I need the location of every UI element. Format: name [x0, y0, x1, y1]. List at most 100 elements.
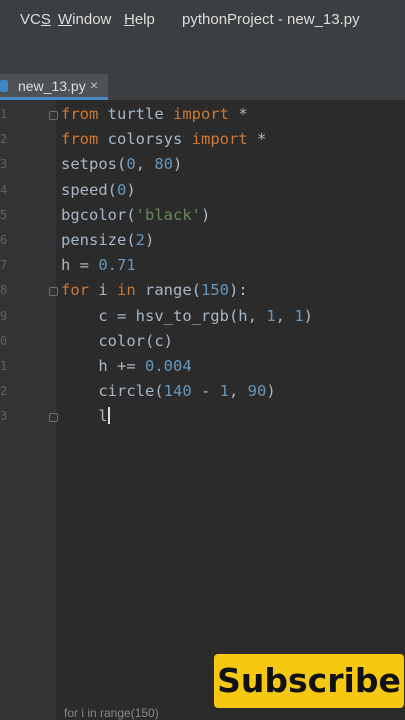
- ide-window: VCS Window Help pythonProject - new_13.p…: [0, 0, 405, 720]
- line-number: 9: [0, 308, 8, 323]
- code-line: 5 bgcolor('black'): [0, 204, 405, 229]
- code-line: 4 speed(0): [0, 179, 405, 204]
- line-number: 1: [0, 107, 8, 121]
- code-token: 140: [163, 382, 192, 401]
- code-text: pensize(2): [61, 231, 154, 249]
- code-line: 2 circle(140 - 1, 90): [0, 380, 405, 405]
- code-token: 80: [154, 155, 174, 174]
- line-number: 2: [0, 384, 8, 399]
- code-token: speed(: [61, 180, 117, 199]
- code-token: bgcolor(: [61, 205, 136, 224]
- tab-label: new_13.py: [18, 78, 86, 94]
- code-token: *: [228, 105, 248, 123]
- line-number: 8: [0, 283, 8, 298]
- code-text: for i in range(150):: [61, 281, 248, 299]
- code-text: h = 0.71: [61, 256, 136, 274]
- code-line: 3 l: [0, 405, 405, 430]
- line-number: 0: [0, 333, 8, 348]
- tab-new-13-py[interactable]: new_13.py ×: [0, 74, 108, 100]
- code-token: turtle: [98, 105, 173, 123]
- python-file-icon: [0, 80, 8, 92]
- code-token: circle(: [61, 382, 164, 401]
- code-token: ): [303, 306, 314, 325]
- code-token: from: [61, 130, 99, 149]
- tab-bar: new_13.py ×: [0, 42, 405, 100]
- code-line: 0 color(c): [0, 330, 405, 355]
- code-token: color(c): [61, 331, 173, 350]
- code-token: 1: [219, 382, 229, 401]
- code-line: 1 from turtle import *: [0, 103, 405, 128]
- close-icon[interactable]: ×: [90, 77, 98, 93]
- code-token: -: [191, 382, 220, 401]
- code-token: ,: [275, 306, 295, 325]
- code-text: from turtle import *: [61, 105, 248, 123]
- code-token: h +=: [61, 357, 145, 375]
- code-token: colorsys: [98, 130, 192, 149]
- project-title: pythonProject - new_13.py: [182, 11, 360, 28]
- code-token: 1: [266, 306, 276, 325]
- code-text: color(c): [61, 332, 173, 350]
- code-line: 1 h += 0.004: [0, 355, 405, 380]
- subscribe-button[interactable]: Subscribe: [214, 654, 404, 708]
- code-line: 2 from colorsys import *: [0, 128, 405, 153]
- code-line: 3 setpos(0, 80): [0, 153, 405, 178]
- code-token: ): [200, 205, 211, 224]
- code-line: 8 for i in range(150):: [0, 279, 405, 304]
- code-text: circle(140 - 1, 90): [61, 382, 276, 401]
- menu-bar: VCS Window Help pythonProject - new_13.p…: [0, 0, 405, 42]
- code-token: ): [266, 382, 276, 401]
- menu-window[interactable]: Window: [58, 11, 111, 28]
- code-token: 150: [201, 281, 229, 300]
- code-token: 0: [117, 180, 127, 199]
- code-token: *: [247, 130, 267, 149]
- fold-marker-icon[interactable]: [49, 287, 58, 297]
- code-editor[interactable]: 1 from turtle import * 2 from colorsys impo…: [0, 100, 405, 720]
- code-token: import: [191, 130, 248, 149]
- code-token: from: [61, 105, 99, 123]
- menu-vcs[interactable]: VCS: [20, 11, 51, 28]
- line-number: 3: [0, 409, 8, 424]
- code-token: ): [145, 231, 155, 249]
- code-token: 0.004: [145, 357, 192, 375]
- line-number: 5: [0, 207, 8, 222]
- code-token: h =: [61, 256, 99, 275]
- code-text: setpos(0, 80): [61, 155, 182, 173]
- code-line: 7 h = 0.71: [0, 254, 405, 279]
- code-token: in: [117, 281, 136, 300]
- line-number: 6: [0, 233, 8, 247]
- code-token: pensize(: [61, 231, 136, 249]
- code-text: bgcolor('black'): [61, 206, 210, 224]
- code-token: l: [61, 407, 108, 426]
- code-token: for: [61, 281, 89, 300]
- code-text: l: [61, 407, 110, 425]
- code-token: 2: [135, 231, 145, 249]
- code-token: ,: [229, 382, 248, 401]
- fold-marker-icon[interactable]: [49, 111, 58, 120]
- code-token: ): [126, 180, 136, 199]
- line-number: 7: [0, 258, 8, 273]
- code-token: 0: [126, 155, 136, 174]
- fold-marker-icon[interactable]: [49, 413, 58, 423]
- line-number: 2: [0, 132, 8, 147]
- bottom-hint: for i in range(150): [64, 706, 159, 720]
- code-token: 'black': [135, 205, 201, 224]
- code-token: ,: [135, 155, 155, 174]
- code-text: c = hsv_to_rgb(h, 1, 1): [61, 307, 313, 325]
- code-token: ):: [229, 281, 248, 300]
- text-cursor: [107, 407, 110, 425]
- code-line: 9 c = hsv_to_rgb(h, 1, 1): [0, 305, 405, 330]
- code-text: h += 0.004: [61, 357, 192, 375]
- code-token: 0.71: [98, 256, 136, 275]
- code-text: from colorsys import *: [61, 130, 266, 148]
- code-token: 90: [247, 382, 267, 401]
- code-token: ): [173, 155, 183, 174]
- menu-help[interactable]: Help: [124, 11, 155, 28]
- code-token: setpos(: [61, 155, 127, 174]
- line-number: 3: [0, 157, 8, 172]
- code-token: i: [89, 281, 117, 300]
- code-token: range(: [135, 281, 201, 300]
- line-number: 1: [0, 359, 8, 373]
- code-line: 6 pensize(2): [0, 229, 405, 254]
- code-token: import: [172, 105, 229, 123]
- code-token: 1: [294, 306, 304, 325]
